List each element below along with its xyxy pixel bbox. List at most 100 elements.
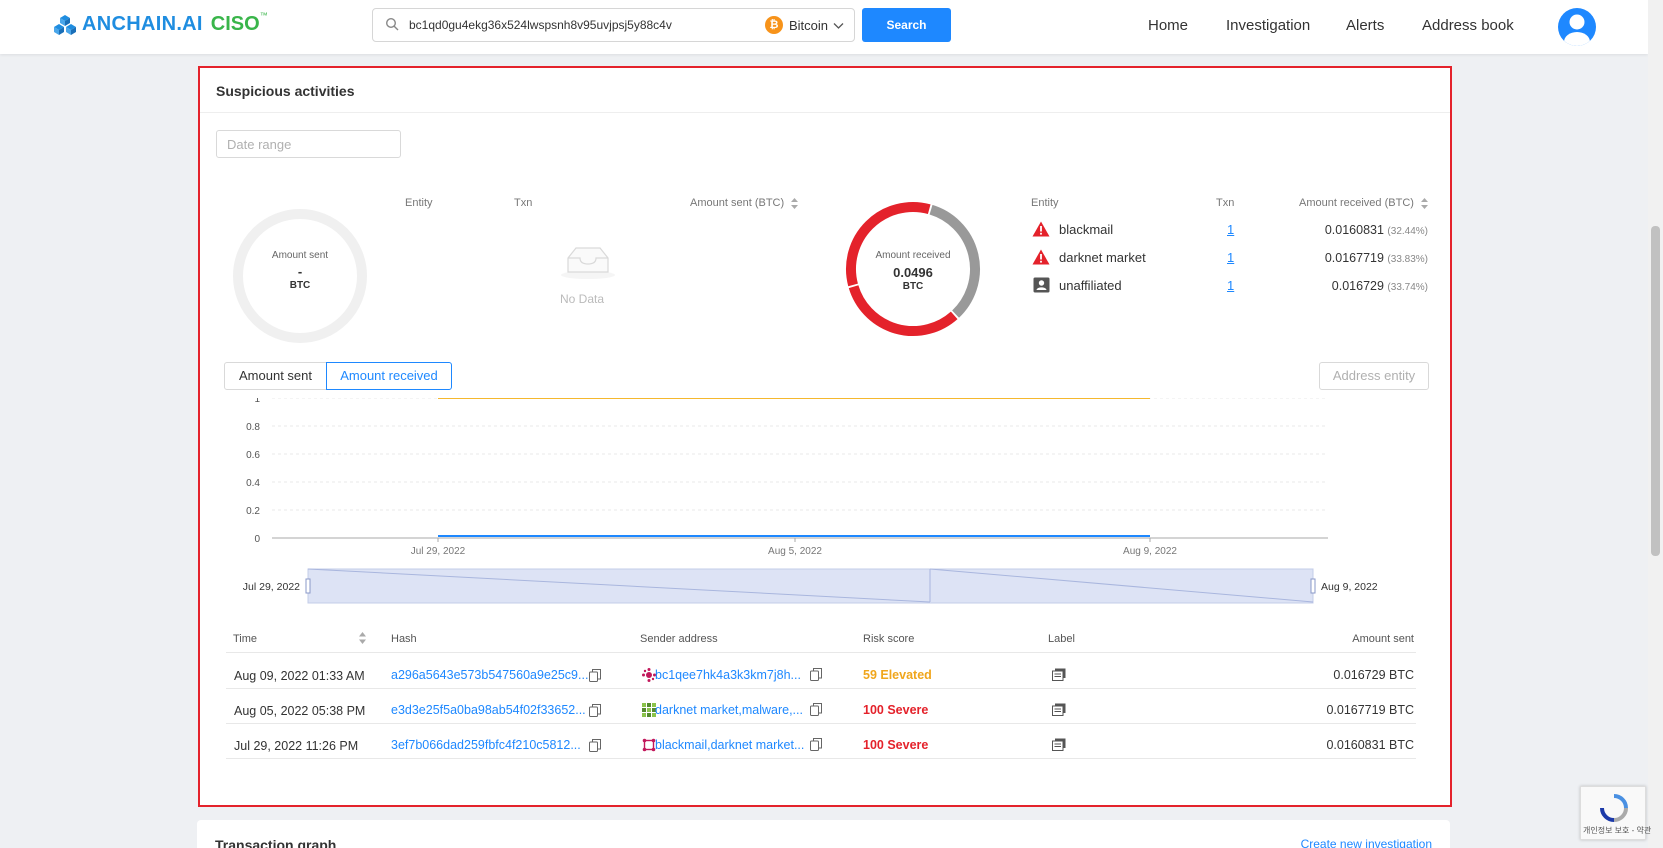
create-investigation-link[interactable]: Create new investigation — [1301, 837, 1432, 848]
row-time: Jul 29, 2022 11:26 PM — [234, 739, 359, 753]
recv-amount-value: 0.016729 — [1331, 279, 1384, 293]
date-range-input[interactable]: Date range — [216, 130, 401, 158]
warning-icon — [1032, 249, 1050, 265]
row-sender-link[interactable]: darknet market,malware,... — [655, 703, 803, 717]
sent-col-entity: Entity — [405, 197, 433, 209]
sent-col-amount[interactable]: Amount sent (BTC) — [690, 197, 799, 209]
user-avatar[interactable] — [1558, 8, 1596, 46]
nav-investigation[interactable]: Investigation — [1226, 17, 1310, 34]
sent-col-txn: Txn — [514, 197, 533, 209]
col-time-label: Time — [233, 633, 258, 645]
row-hash-link[interactable]: a296a5643e573b547560a9e25c9... — [391, 668, 588, 682]
nav-alerts[interactable]: Alerts — [1346, 17, 1384, 34]
y-tick-label: 0.8 — [246, 422, 260, 433]
x-tick-label: Aug 9, 2022 — [1123, 546, 1177, 557]
label-list-icon[interactable] — [1052, 668, 1066, 681]
sort-icon[interactable] — [1421, 197, 1428, 209]
recv-entity-name: darknet market — [1059, 250, 1146, 265]
cluster-icon — [642, 668, 656, 682]
recv-txn-link[interactable]: 1 — [1227, 222, 1234, 237]
row-sender-link[interactable]: blackmail,darknet market... — [655, 738, 804, 752]
brand-name: ANCHAIN.AI — [82, 13, 203, 35]
recv-txn-link[interactable]: 1 — [1227, 250, 1234, 265]
copy-icon[interactable] — [810, 703, 822, 716]
page-scrollbar[interactable] — [1648, 0, 1663, 848]
col-amount: Amount sent — [1352, 633, 1414, 645]
x-tick-label: Jul 29, 2022 — [411, 546, 466, 557]
copy-icon[interactable] — [589, 739, 601, 752]
sent-donut-unit: BTC — [289, 280, 311, 291]
bitcoin-icon: ₿ — [764, 16, 783, 34]
sent-col-amount-label: Amount sent (BTC) — [690, 197, 785, 209]
no-data-text: No Data — [560, 292, 605, 306]
search-icon — [385, 17, 399, 31]
recv-amount-pct: (32.44%) — [1387, 226, 1428, 237]
panel-title: Suspicious activities — [216, 83, 355, 99]
col-label: Label — [1048, 633, 1075, 645]
donut-slice[interactable] — [929, 204, 980, 318]
recv-amount-pct: (33.83%) — [1387, 254, 1428, 265]
y-tick-label: 1 — [254, 398, 260, 405]
slider-track[interactable] — [307, 568, 1314, 604]
y-tick-label: 0.4 — [246, 478, 260, 489]
recaptcha-badge[interactable]: 개인정보 보호 - 약관 — [1580, 786, 1651, 840]
nav-home[interactable]: Home — [1148, 17, 1188, 34]
row-time: Aug 09, 2022 01:33 AM — [234, 669, 365, 683]
row-hash-link[interactable]: 3ef7b066dad259fbfc4f210c5812... — [391, 738, 581, 752]
sent-donut-label: Amount sent — [271, 250, 329, 261]
y-tick-label: 0.6 — [246, 450, 260, 461]
empty-inbox-icon — [561, 247, 615, 279]
risk-score-badge: 100 Severe — [863, 738, 929, 752]
sort-icon[interactable] — [359, 632, 366, 644]
scrollbar-thumb[interactable] — [1651, 226, 1660, 556]
toggle-amount-sent[interactable]: Amount sent — [224, 362, 327, 390]
label-list-icon[interactable] — [1052, 703, 1066, 716]
received-donut-unit: BTC — [902, 281, 924, 292]
recv-amount-value: 0.0160831 — [1324, 223, 1384, 237]
cubes-logo-icon — [54, 14, 76, 35]
chevron-down-icon — [833, 22, 844, 29]
donut-slice[interactable] — [848, 285, 958, 336]
row-hash-link[interactable]: e3d3e25f5a0ba98ab54f02f33652... — [391, 703, 586, 717]
coin-select[interactable]: ₿ Bitcoin — [764, 16, 844, 34]
copy-icon[interactable] — [810, 668, 822, 681]
copy-icon[interactable] — [589, 704, 601, 717]
recv-amount-pct: (33.74%) — [1387, 282, 1428, 293]
recv-txn-link[interactable]: 1 — [1227, 278, 1234, 293]
label-list-icon[interactable] — [1052, 738, 1066, 751]
copy-icon[interactable] — [589, 669, 601, 682]
risk-score-badge: 100 Severe — [863, 703, 929, 717]
cluster-icon — [642, 738, 656, 752]
received-line-chart: 1 0.8 0.6 0.4 0.2 0 Jul 29, 2022 Aug 5, 2022 Aug… — [246, 398, 1328, 557]
recv-col-amount[interactable]: Amount received (BTC) — [1299, 197, 1428, 209]
col-sender: Sender address — [640, 633, 718, 645]
recv-amount: 0.0167719 (33.83%) — [1325, 251, 1428, 265]
id-card-icon — [1033, 277, 1050, 293]
panel2-title: Transaction graph — [215, 837, 337, 848]
nav-address-book[interactable]: Address book — [1422, 17, 1514, 34]
slider-handle-left[interactable] — [305, 578, 311, 594]
search-value: bc1qd0gu4ekg36x524lwspsnh8v95uvjpsj5y88c… — [409, 18, 672, 32]
logo[interactable]: ANCHAIN.AI CISO ™ — [54, 11, 268, 36]
address-entity-select[interactable]: Address entity — [1319, 362, 1429, 390]
toggle-amount-received[interactable]: Amount received — [326, 362, 452, 390]
row-divider — [226, 688, 1416, 689]
slider-handle-right[interactable] — [1310, 578, 1316, 594]
search-input[interactable]: bc1qd0gu4ekg36x524lwspsnh8v95uvjpsj5y88c… — [372, 8, 855, 42]
row-amount: 0.0160831 BTC — [1326, 738, 1414, 752]
recv-amount: 0.0160831 (32.44%) — [1325, 223, 1428, 237]
top-header: ANCHAIN.AI CISO ™ bc1qd0gu4ekg36x524lwsp… — [0, 0, 1648, 54]
search-button[interactable]: Search — [862, 8, 951, 42]
sort-icon[interactable] — [791, 197, 799, 209]
recv-col-entity: Entity — [1031, 197, 1059, 209]
copy-icon[interactable] — [810, 738, 822, 751]
row-sender-link[interactable]: bc1qee7hk4a3k3km7j8h... — [655, 668, 801, 682]
y-tick-label: 0.2 — [246, 506, 260, 517]
row-amount: 0.0167719 BTC — [1326, 703, 1414, 717]
recaptcha-text: 개인정보 보호 - 약관 — [1583, 826, 1652, 835]
recv-col-txn: Txn — [1216, 197, 1235, 209]
col-time[interactable]: Time — [233, 632, 366, 645]
date-range-slider[interactable]: Jul 29, 2022 Aug 9, 2022 — [200, 568, 1450, 608]
col-risk: Risk score — [863, 633, 915, 645]
recv-col-amount-label: Amount received (BTC) — [1299, 197, 1414, 209]
